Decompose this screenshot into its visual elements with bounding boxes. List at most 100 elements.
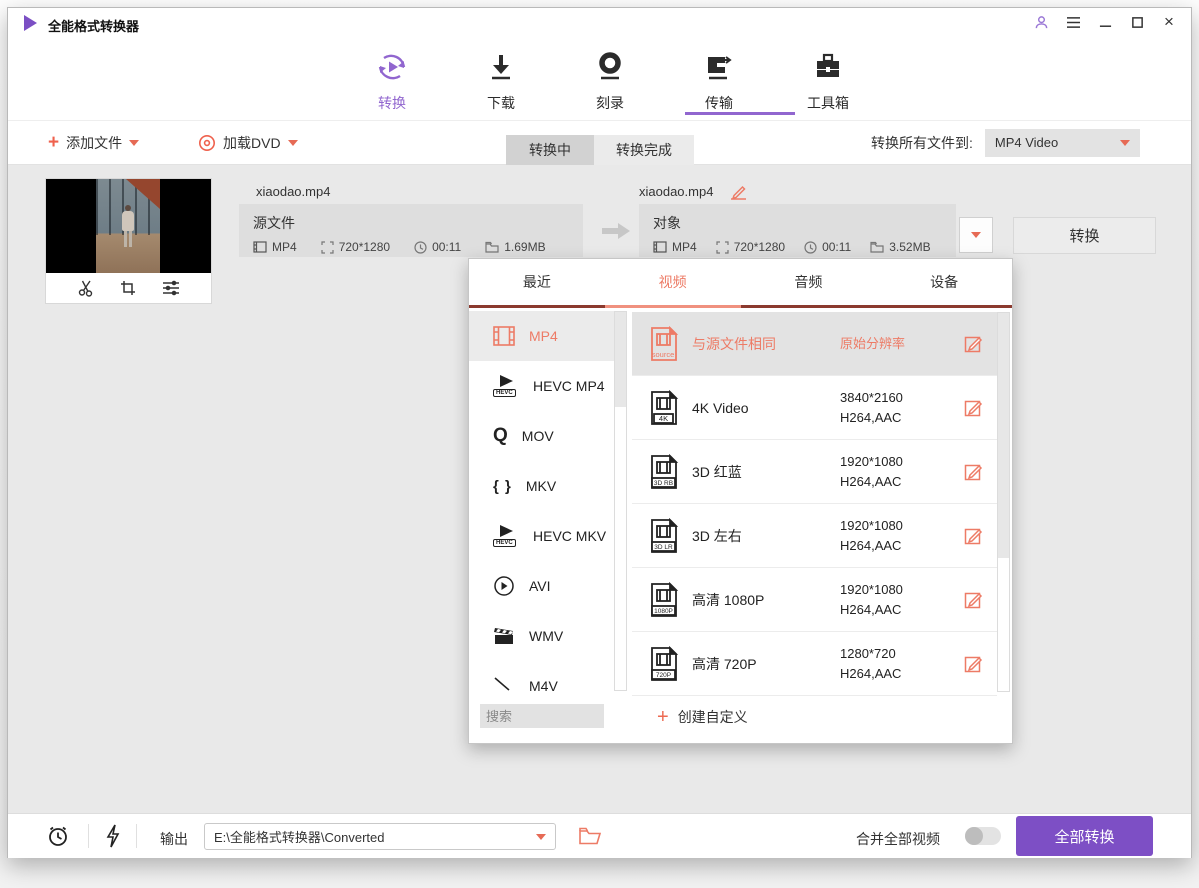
target-format-dropdown-button[interactable] xyxy=(959,217,993,253)
rename-pencil-icon[interactable] xyxy=(729,182,748,201)
edit-preset-icon[interactable] xyxy=(964,398,983,417)
merge-videos-toggle[interactable] xyxy=(965,827,1001,845)
source-doc-icon: source xyxy=(646,326,682,362)
resolution-icon xyxy=(716,241,729,254)
close-icon: × xyxy=(1164,15,1174,29)
add-files-button[interactable]: + 添加文件 xyxy=(48,133,139,153)
film-icon xyxy=(653,241,667,253)
format-item-m4v[interactable]: M4V xyxy=(469,661,614,697)
hevc-play-icon: HEVC xyxy=(493,525,519,547)
preset-hd-720p[interactable]: 720P 高清 720P 1280*720H264,AAC xyxy=(632,632,997,696)
clock-icon xyxy=(414,241,427,254)
tab-download[interactable]: 下载 xyxy=(465,50,537,113)
format-item-avi[interactable]: AVI xyxy=(469,561,614,611)
tab-burn[interactable]: 刻录 xyxy=(574,50,646,113)
account-button[interactable] xyxy=(1033,14,1049,30)
play-circle-icon xyxy=(493,575,515,597)
format-label: HEVC MKV xyxy=(533,528,606,544)
format-item-mp4[interactable]: MP4 xyxy=(469,311,614,361)
preset-same-as-source[interactable]: source 与源文件相同 原始分辨率 xyxy=(632,312,997,376)
output-format-value: MP4 Video xyxy=(995,135,1058,150)
target-panel-title: 对象 xyxy=(653,213,942,233)
chevron-down-icon xyxy=(1120,140,1130,146)
mp4-film-icon xyxy=(493,326,515,346)
target-info-panel: 对象 MP4 720*1280 00:11 3.52MB xyxy=(639,204,956,257)
format-label: MOV xyxy=(522,428,554,444)
output-format-select[interactable]: MP4 Video xyxy=(985,129,1140,157)
source-info-panel: 源文件 MP4 720*1280 00:11 1.69MB xyxy=(239,204,583,257)
format-tab-recent[interactable]: 最近 xyxy=(469,259,605,305)
tab-burn-label: 刻录 xyxy=(596,93,624,113)
preset-hd-1080p[interactable]: 1080P 高清 1080P 1920*1080H264,AAC xyxy=(632,568,997,632)
edit-preset-icon[interactable] xyxy=(964,590,983,609)
load-dvd-label: 加载DVD xyxy=(223,133,281,153)
tab-transfer[interactable]: 传输 xyxy=(683,50,755,113)
open-folder-icon[interactable] xyxy=(579,827,601,845)
menu-button[interactable] xyxy=(1065,14,1081,30)
preset-4k[interactable]: 4K 4K Video 3840*2160H264,AAC xyxy=(632,376,997,440)
source-panel-title: 源文件 xyxy=(253,213,569,233)
effects-sliders-icon[interactable] xyxy=(161,279,181,297)
preset-list-scrollbar[interactable] xyxy=(997,312,1010,692)
source-resolution: 720*1280 xyxy=(339,240,390,254)
crop-icon[interactable] xyxy=(119,279,137,297)
format-label: MKV xyxy=(526,478,556,494)
format-label: M4V xyxy=(529,678,558,694)
format-item-mkv[interactable]: { } MKV xyxy=(469,461,614,511)
high-speed-icon[interactable] xyxy=(104,824,122,848)
format-item-wmv[interactable]: WMV xyxy=(469,611,614,661)
tab-convert-label: 转换 xyxy=(378,93,406,113)
convert-button[interactable]: 转换 xyxy=(1013,217,1156,254)
burn-disc-icon xyxy=(593,50,627,84)
preset-3d-redblue[interactable]: 3D RB 3D 红蓝 1920*1080H264,AAC xyxy=(632,440,997,504)
output-label: 输出 xyxy=(160,829,188,849)
format-list-scrollbar[interactable] xyxy=(614,311,627,691)
format-tab-audio[interactable]: 音频 xyxy=(741,259,877,305)
create-custom-label: 创建自定义 xyxy=(678,707,748,727)
matroska-icon: { } xyxy=(493,478,512,495)
format-tab-device[interactable]: 设备 xyxy=(876,259,1012,305)
convert-all-button[interactable]: 全部转换 xyxy=(1016,816,1153,856)
format-tab-video[interactable]: 视频 xyxy=(605,259,741,305)
format-tabs-divider xyxy=(469,305,1012,308)
hevc-play-icon: HEVC xyxy=(493,375,519,397)
format-item-hevc-mp4[interactable]: HEVC HEVC MP4 xyxy=(469,361,614,411)
clapperboard-icon xyxy=(493,626,515,646)
preset-doc-icon: 4K xyxy=(646,390,682,426)
folder-icon xyxy=(870,241,884,253)
format-item-hevc-mkv[interactable]: HEVC HEVC MKV xyxy=(469,511,614,561)
file-thumbnail-card xyxy=(46,179,211,303)
tab-toolbox[interactable]: 工具箱 xyxy=(792,50,864,113)
merge-videos-label: 合并全部视频 xyxy=(856,829,940,849)
source-duration: 00:11 xyxy=(432,240,461,254)
format-label: MP4 xyxy=(529,328,558,344)
format-search-input[interactable] xyxy=(480,704,604,728)
converting-tab[interactable]: 转换中 xyxy=(506,135,594,165)
trim-scissors-icon[interactable] xyxy=(77,279,95,297)
tab-toolbox-label: 工具箱 xyxy=(807,93,849,113)
target-file-name: xiaodao.mp4 xyxy=(639,184,713,199)
arrow-right-icon xyxy=(600,222,632,240)
tab-convert[interactable]: 转换 xyxy=(356,50,428,113)
edit-preset-icon[interactable] xyxy=(964,654,983,673)
load-dvd-button[interactable]: 加载DVD xyxy=(198,133,298,153)
app-logo-icon xyxy=(24,15,37,31)
convert-all-to-label: 转换所有文件到: xyxy=(871,133,973,153)
edit-preset-icon[interactable] xyxy=(964,462,983,481)
edit-preset-icon[interactable] xyxy=(964,334,983,353)
output-path-select[interactable]: E:\全能格式转换器\Converted xyxy=(204,823,556,850)
schedule-alarm-icon[interactable] xyxy=(46,824,70,848)
edit-preset-icon[interactable] xyxy=(964,526,983,545)
format-item-mov[interactable]: Q MOV xyxy=(469,411,614,461)
maximize-button[interactable] xyxy=(1129,14,1145,30)
minimize-button[interactable] xyxy=(1097,14,1113,30)
preset-3d-leftright[interactable]: 3D LR 3D 左右 1920*1080H264,AAC xyxy=(632,504,997,568)
finished-tab[interactable]: 转换完成 xyxy=(594,135,694,165)
format-picker-panel: 最近 视频 音频 设备 MP4 HEVC HEVC MP4 Q MOV xyxy=(468,258,1013,744)
main-nav: 转换 下载 刻录 传输 工具箱 xyxy=(8,38,1191,121)
create-custom-button[interactable]: + 创建自定义 xyxy=(657,707,748,727)
toolbox-icon xyxy=(811,50,845,84)
close-button[interactable]: × xyxy=(1161,14,1177,30)
download-icon xyxy=(484,50,518,84)
source-file-name: xiaodao.mp4 xyxy=(256,184,330,199)
